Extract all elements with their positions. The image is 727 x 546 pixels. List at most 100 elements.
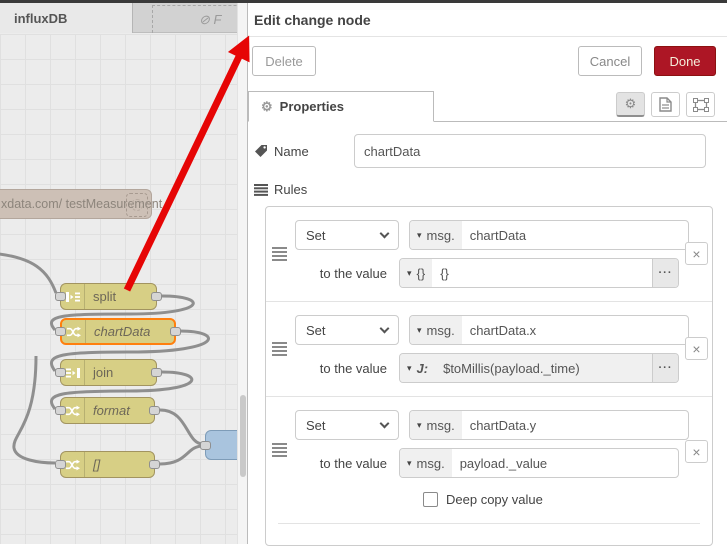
- input-port[interactable]: [55, 292, 66, 301]
- rule-property-input[interactable]: ▾ msg. chartData.y: [409, 410, 689, 440]
- node-label: []: [93, 457, 101, 472]
- to-the-value-label: to the value: [319, 265, 387, 281]
- node-influxdb-out[interactable]: xdata.com/ testMeasurement: [0, 189, 162, 219]
- deep-copy-row: Deep copy value: [423, 488, 691, 510]
- chevron-down-icon: [379, 228, 390, 239]
- caret-down-icon: ▾: [407, 457, 412, 468]
- appearance-view-button[interactable]: [686, 92, 715, 117]
- property-type-button[interactable]: ▾ msg.: [410, 221, 462, 249]
- node-chart-dashboard[interactable]: [200, 430, 237, 460]
- node-label: format: [93, 403, 130, 418]
- rules-divider: [278, 523, 700, 524]
- node-label: join: [93, 365, 114, 380]
- input-port[interactable]: [55, 368, 66, 377]
- rule-value-input[interactable]: ▾ msg. payload._value: [399, 448, 679, 478]
- node-label: split: [93, 289, 117, 304]
- flow-workspace: influxDB ⊘ F xdata.com/ testMeasurement …: [0, 3, 237, 544]
- flow-canvas[interactable]: xdata.com/ testMeasurement split chartDa…: [0, 34, 237, 544]
- remove-rule-button[interactable]: ×: [685, 242, 708, 265]
- caret-down-icon: ▾: [407, 267, 412, 278]
- caret-down-icon: ▾: [407, 362, 412, 373]
- flow-tab-disabled-label: ⊘ F: [199, 11, 222, 27]
- rule-value-input[interactable]: ▾ {} {} ···: [399, 258, 679, 288]
- chevron-down-icon: [379, 323, 390, 334]
- rule-action-select[interactable]: Set: [295, 220, 399, 250]
- value-type-button[interactable]: ▾ msg.: [400, 449, 452, 477]
- remove-rule-button[interactable]: ×: [685, 337, 708, 360]
- flow-tab-disabled[interactable]: ⊘ F: [152, 5, 237, 33]
- node-split[interactable]: split: [55, 283, 162, 310]
- tab-properties[interactable]: ⚙ Properties: [248, 91, 434, 122]
- window-top-edge: [0, 0, 727, 3]
- input-port[interactable]: [55, 406, 66, 415]
- edit-tray: Edit change node Delete Cancel Done ⚙ Pr…: [247, 3, 727, 546]
- scrollbar-thumb[interactable]: [240, 395, 246, 477]
- gear-icon: ⚙: [261, 98, 273, 114]
- output-port[interactable]: [149, 406, 160, 415]
- chevron-down-icon: [379, 418, 390, 429]
- edit-form: Name Rules Set: [248, 122, 727, 546]
- rule-property-input[interactable]: ▾ msg. chartData.x: [409, 315, 689, 345]
- edit-tray-header: Edit change node: [248, 3, 727, 37]
- scrollbar-track[interactable]: [237, 3, 247, 544]
- properties-view-button[interactable]: ⚙: [616, 92, 645, 117]
- influxdb-ghost-icon: [126, 193, 148, 217]
- rule-action-select[interactable]: Set: [295, 410, 399, 440]
- done-button[interactable]: Done: [654, 46, 716, 76]
- output-port[interactable]: [151, 292, 162, 301]
- tag-icon: [255, 145, 267, 157]
- drag-handle-icon[interactable]: [272, 342, 287, 356]
- property-type-button[interactable]: ▾ msg.: [410, 316, 462, 344]
- caret-down-icon: ▾: [417, 419, 422, 430]
- tray-toolbar: Delete Cancel Done: [248, 37, 727, 85]
- editor-tabbar: ⚙ Properties ⚙: [248, 91, 727, 122]
- edit-tray-title: Edit change node: [254, 11, 371, 28]
- input-port[interactable]: [55, 460, 66, 469]
- flow-tab-label: influxDB: [14, 10, 68, 26]
- value-type-button[interactable]: ▾ {}: [400, 259, 433, 287]
- cancel-button[interactable]: Cancel: [578, 46, 642, 76]
- rule-value-input[interactable]: ▾ J: $toMillis(payload._time) ···: [399, 353, 679, 383]
- document-icon: [659, 97, 672, 112]
- delete-button[interactable]: Delete: [252, 46, 316, 76]
- description-view-button[interactable]: [651, 92, 680, 117]
- rule-property-input[interactable]: ▾ msg. chartData: [409, 220, 689, 250]
- drag-handle-icon[interactable]: [272, 247, 287, 261]
- property-type-button[interactable]: ▾ msg.: [410, 411, 462, 439]
- tab-properties-label: Properties: [279, 99, 344, 114]
- flow-tab-influxdb[interactable]: influxDB: [0, 3, 133, 33]
- to-the-value-label: to the value: [319, 455, 387, 471]
- gear-icon: ⚙: [624, 96, 637, 111]
- output-port[interactable]: [149, 460, 160, 469]
- remove-rule-button[interactable]: ×: [685, 440, 708, 463]
- to-the-value-label: to the value: [319, 360, 387, 376]
- deep-copy-checkbox[interactable]: [423, 491, 438, 507]
- caret-down-icon: ▾: [417, 229, 422, 240]
- value-type-button[interactable]: ▾ J:: [400, 354, 436, 382]
- name-label: Name: [254, 144, 354, 159]
- input-port[interactable]: [55, 327, 66, 336]
- rules-container: Set ▾ msg. chartData to the value ▾ {} {…: [265, 206, 713, 546]
- flow-tabbar: influxDB ⊘ F: [0, 3, 237, 33]
- node-chartdata[interactable]: chartData: [55, 318, 181, 345]
- rule-row: Set ▾ msg. chartData to the value ▾ {} {…: [266, 207, 712, 301]
- rules-label: Rules: [254, 182, 727, 197]
- node-empty-array[interactable]: []: [55, 451, 160, 478]
- expand-editor-button[interactable]: ···: [652, 354, 678, 382]
- input-port[interactable]: [200, 441, 211, 450]
- output-port[interactable]: [151, 368, 162, 377]
- appearance-icon: [692, 97, 709, 112]
- deep-copy-label: Deep copy value: [446, 491, 543, 507]
- list-icon: [254, 183, 268, 196]
- name-input[interactable]: [354, 134, 706, 168]
- output-port[interactable]: [170, 327, 181, 336]
- rule-row: Set ▾ msg. chartData.y to the value ▾ ms…: [266, 396, 712, 523]
- node-format[interactable]: format: [55, 397, 160, 424]
- drag-handle-icon[interactable]: [272, 443, 287, 457]
- expand-editor-button[interactable]: ···: [652, 259, 678, 287]
- caret-down-icon: ▾: [417, 324, 422, 335]
- rule-action-select[interactable]: Set: [295, 315, 399, 345]
- node-label: chartData: [94, 324, 151, 339]
- rule-row: Set ▾ msg. chartData.x to the value ▾ J:…: [266, 301, 712, 396]
- node-join[interactable]: join: [55, 359, 162, 386]
